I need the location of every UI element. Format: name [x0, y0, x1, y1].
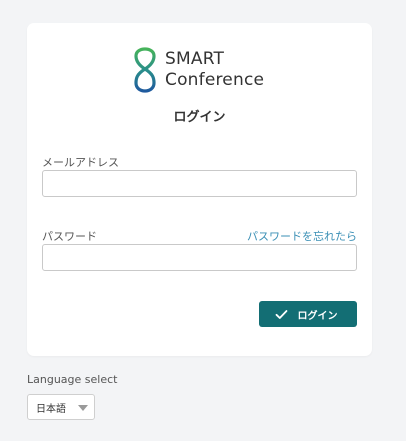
login-button[interactable]: ログイン [259, 301, 357, 327]
check-icon [275, 309, 287, 319]
app-logo: SMART Conference [133, 46, 264, 94]
password-label: パスワード [42, 230, 97, 243]
language-selected-value: 日本語 [36, 403, 66, 415]
page-title: ログイン [173, 110, 226, 125]
login-button-label: ログイン [297, 310, 338, 322]
email-label: メールアドレス [42, 156, 119, 169]
logo-line-1: SMART [165, 49, 225, 69]
language-select-label: Language select [27, 373, 118, 386]
language-select[interactable]: 日本語 [27, 394, 95, 420]
infinity-8-logo-icon [134, 47, 156, 93]
caret-down-icon [78, 405, 88, 411]
email-field[interactable] [42, 170, 357, 197]
logo-line-2: Conference [165, 70, 265, 90]
login-card: SMART Conference ログイン メールアドレス パスワード パスワー… [27, 23, 372, 356]
forgot-password-link[interactable]: パスワードを忘れたら [247, 228, 357, 244]
password-field[interactable] [42, 244, 357, 271]
logo-wordmark: SMART Conference [165, 49, 264, 91]
